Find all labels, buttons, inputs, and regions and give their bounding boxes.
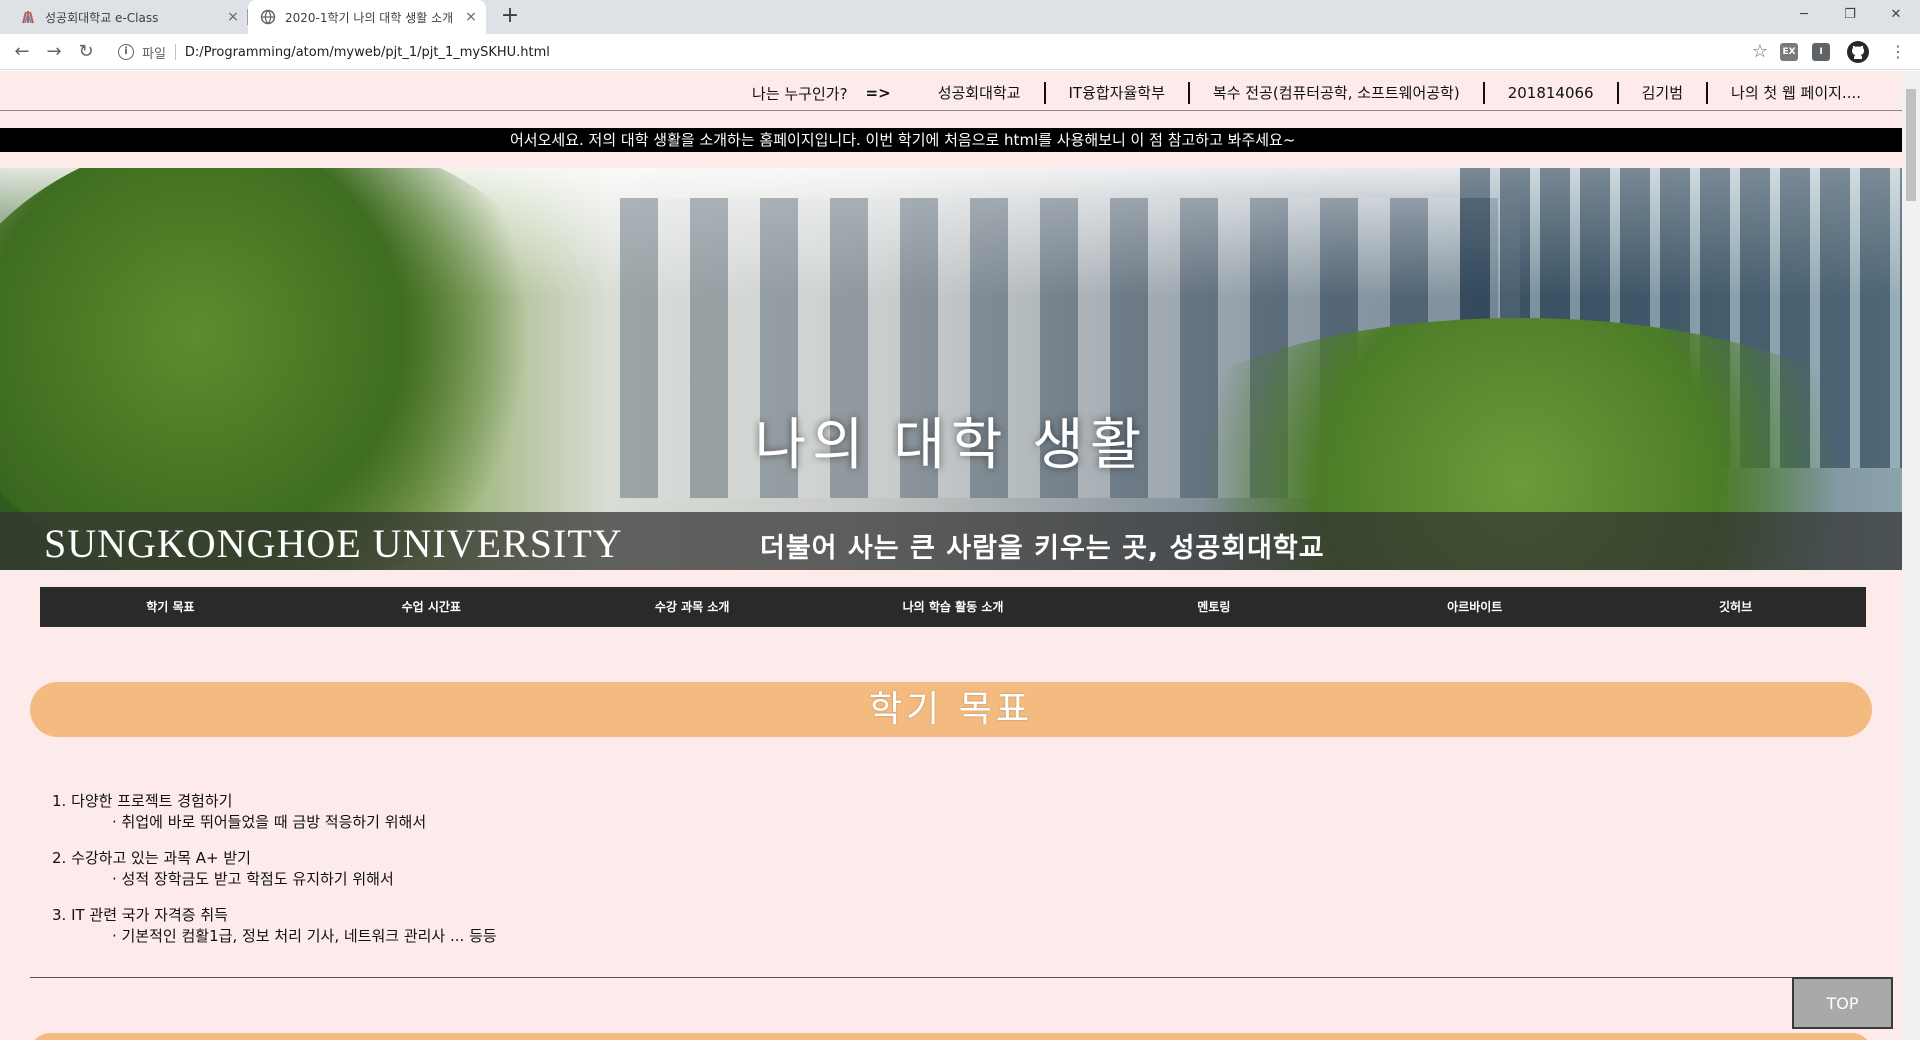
section-title: 학기 목표 (30, 682, 1872, 737)
address-bar[interactable]: i 파일 D:/Programming/atom/myweb/pjt_1/pjt… (108, 39, 1768, 65)
topnav-university[interactable]: 성공회대학교 (915, 82, 1044, 104)
topnav-major[interactable]: 복수 전공(컴퓨터공학, 소프트웨어공학) (1187, 82, 1483, 104)
eclass-favicon-icon (20, 9, 36, 25)
topnav-who[interactable]: 나는 누구인가? (752, 83, 866, 104)
menu-github[interactable]: 깃허브 (1605, 587, 1866, 627)
list-item: 3. IT 관련 국가 자격증 취득 · 기본적인 컴활1급, 정보 처리 기사… (52, 905, 497, 947)
list-item: 1. 다양한 프로젝트 경험하기 · 취업에 바로 뛰어들었을 때 금방 적응하… (52, 791, 497, 833)
browser-menu-icon[interactable]: ⋮ (1886, 40, 1910, 64)
topnav-name[interactable]: 김기범 (1616, 82, 1706, 104)
university-name: SUNGKONGHOE UNIVERSITY (44, 521, 623, 566)
forward-button[interactable]: → (42, 40, 66, 64)
next-section-title (30, 1033, 1872, 1040)
goal-reason: · 기본적인 컴활1급, 정보 처리 기사, 네트워크 관리사 ... 등등 (112, 927, 497, 945)
goal-title: 3. IT 관련 국가 자격증 취득 (52, 906, 228, 924)
goal-reason: · 취업에 바로 뛰어들었을 때 금방 적응하기 위해서 (112, 813, 427, 831)
web-page: 나는 누구인가? => 성공회대학교 IT융합자율학부 복수 전공(컴퓨터공학,… (0, 71, 1902, 1040)
tab-strip: 성공회대학교 e-Class × 2020-1학기 나의 대학 생활 소개 × … (0, 0, 1920, 34)
site-info-icon[interactable]: i (118, 44, 134, 60)
vertical-scrollbar[interactable] (1902, 71, 1920, 1040)
university-slogan: 더불어 사는 큰 사람을 키우는 곳, 성공회대학교 (760, 533, 1325, 564)
address-divider (174, 44, 176, 60)
main-menu: 학기 목표 수업 시간표 수강 과목 소개 나의 학습 활동 소개 멘토링 아르… (40, 587, 1866, 627)
welcome-marquee: 어서오세요. 저의 대학 생활을 소개하는 홈페이지입니다. 이번 학기에 처음… (0, 128, 1902, 152)
browser-toolbar: ← → ↻ i 파일 D:/Programming/atom/myweb/pjt… (0, 34, 1920, 70)
menu-timetable[interactable]: 수업 시간표 (301, 587, 562, 627)
tab-title: 2020-1학기 나의 대학 생활 소개 (285, 10, 454, 25)
tab-eclass[interactable]: 성공회대학교 e-Class × (14, 0, 246, 34)
restore-button[interactable]: ❐ (1827, 0, 1873, 30)
tab-title: 성공회대학교 e-Class (45, 10, 159, 25)
address-scheme: 파일 (142, 46, 166, 62)
hero-tree-left (0, 168, 580, 570)
scrollbar-thumb[interactable] (1906, 89, 1916, 201)
topnav-arrow: => (865, 84, 891, 102)
menu-courses[interactable]: 수강 과목 소개 (562, 587, 823, 627)
github-icon[interactable] (1846, 40, 1870, 64)
extension-icon[interactable]: I (1812, 43, 1830, 61)
back-button[interactable]: ← (10, 40, 34, 64)
minimize-button[interactable]: ─ (1781, 0, 1827, 30)
bookmark-star-icon[interactable]: ☆ (1752, 41, 1768, 62)
section-divider (30, 977, 1872, 978)
address-url[interactable]: D:/Programming/atom/myweb/pjt_1/pjt_1_my… (185, 45, 550, 60)
topnav-first-webpage[interactable]: 나의 첫 웹 페이지.... (1706, 82, 1884, 104)
globe-icon (260, 9, 276, 25)
top-navigation: 나는 누구인가? => 성공회대학교 IT융합자율학부 복수 전공(컴퓨터공학,… (752, 82, 1884, 104)
topnav-student-id[interactable]: 201814066 (1482, 82, 1617, 104)
topnav-divider (0, 110, 1902, 111)
extension-icon[interactable]: EX (1780, 43, 1798, 61)
hero-banner-image: 나의 대학 생활 SUNGKONGHOE UNIVERSITY 더불어 사는 큰… (0, 168, 1902, 570)
menu-activities[interactable]: 나의 학습 활동 소개 (823, 587, 1084, 627)
list-item: 2. 수강하고 있는 과목 A+ 받기 · 성적 장학금도 받고 학점도 유지하… (52, 848, 497, 890)
close-window-button[interactable]: ✕ (1873, 0, 1919, 30)
reload-button[interactable]: ↻ (74, 40, 98, 64)
menu-part-time[interactable]: 아르바이트 (1344, 587, 1605, 627)
scroll-top-button[interactable]: TOP (1792, 977, 1893, 1029)
goal-title: 1. 다양한 프로젝트 경험하기 (52, 792, 233, 810)
hero-title: 나의 대학 생활 (754, 413, 1148, 478)
goal-title: 2. 수강하고 있는 과목 A+ 받기 (52, 849, 251, 867)
menu-semester-goals[interactable]: 학기 목표 (40, 587, 301, 627)
tab-mypage[interactable]: 2020-1학기 나의 대학 생활 소개 × (248, 0, 486, 34)
goals-list: 1. 다양한 프로젝트 경험하기 · 취업에 바로 뛰어들었을 때 금방 적응하… (52, 791, 497, 962)
topnav-department[interactable]: IT융합자율학부 (1043, 82, 1188, 104)
goal-reason: · 성적 장학금도 받고 학점도 유지하기 위해서 (112, 870, 394, 888)
tab-close-icon[interactable]: × (462, 8, 480, 26)
tab-close-icon[interactable]: × (224, 8, 242, 26)
menu-mentoring[interactable]: 멘토링 (1083, 587, 1344, 627)
marquee-text: 어서오세요. 저의 대학 생활을 소개하는 홈페이지입니다. 이번 학기에 처음… (510, 131, 1296, 149)
new-tab-button[interactable]: + (498, 5, 522, 29)
